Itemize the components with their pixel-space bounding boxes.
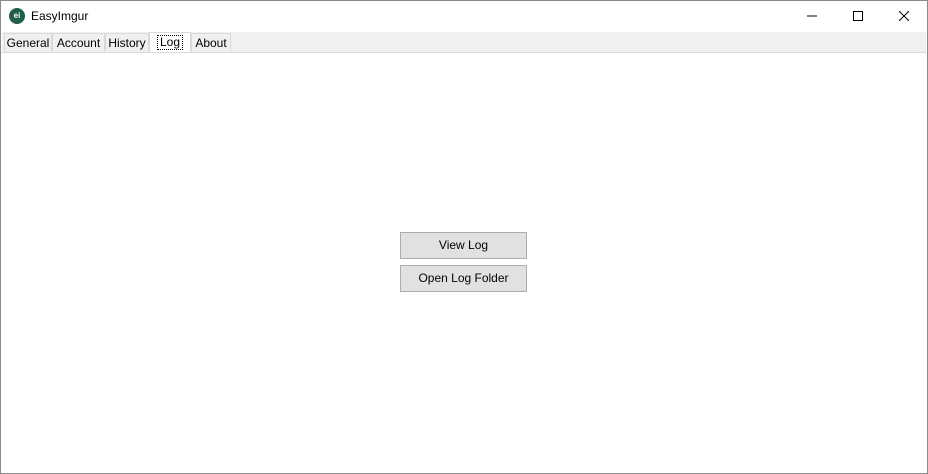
tab-account[interactable]: Account	[52, 33, 105, 51]
view-log-button[interactable]: View Log	[400, 232, 527, 259]
tab-general[interactable]: General	[4, 33, 52, 51]
log-tab-panel: View Log Open Log Folder	[2, 52, 926, 473]
tab-history[interactable]: History	[105, 33, 149, 51]
tab-strip: General Account History Log About	[2, 32, 926, 53]
tab-log[interactable]: Log	[149, 32, 191, 53]
maximize-icon	[853, 11, 863, 21]
minimize-icon	[807, 15, 817, 17]
open-log-folder-button[interactable]: Open Log Folder	[400, 265, 527, 292]
close-icon	[899, 11, 909, 21]
minimize-button[interactable]	[789, 1, 835, 31]
window-title: EasyImgur	[31, 9, 89, 23]
close-button[interactable]	[881, 1, 927, 31]
title-bar[interactable]: ei EasyImgur	[1, 1, 927, 32]
tab-log-label: Log	[156, 35, 184, 50]
app-logo-icon[interactable]: ei	[9, 8, 25, 24]
tab-about[interactable]: About	[191, 33, 231, 51]
app-window: ei EasyImgur General Account History Log…	[0, 0, 928, 474]
maximize-button[interactable]	[835, 1, 881, 31]
